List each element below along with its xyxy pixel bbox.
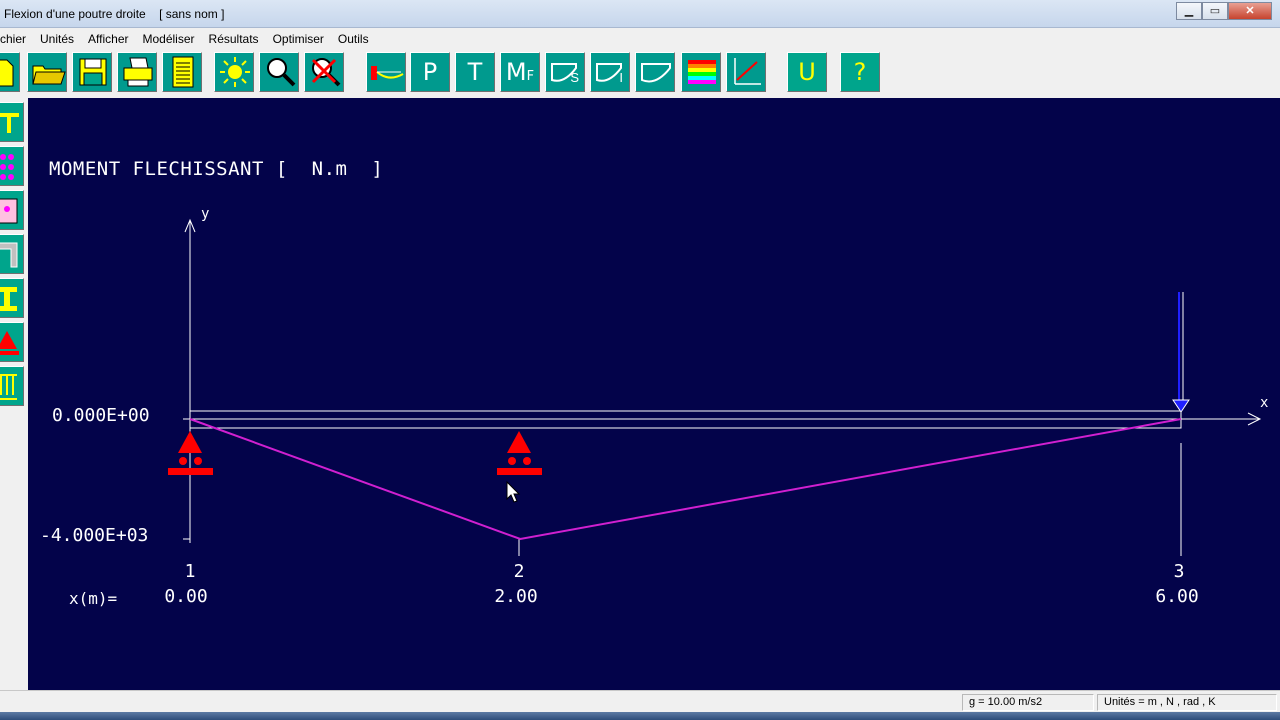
title-bar[interactable]: Flexion d'une poutre droite [ sans nom ]… [0, 0, 1280, 28]
letter-u-icon: U [798, 58, 816, 86]
section-s-button[interactable]: S [545, 52, 585, 92]
support-node-1 [168, 431, 213, 475]
new-file-button[interactable] [0, 52, 20, 92]
window-controls: ▁ ▭ ✕ [1176, 2, 1272, 20]
units-u-button[interactable]: U [787, 52, 827, 92]
loads-button[interactable] [0, 366, 24, 406]
nodes-grid-icon [0, 154, 14, 180]
profile-icon [0, 242, 18, 268]
help-button[interactable]: ? [840, 52, 880, 92]
material-icon [0, 198, 18, 224]
deformed-beam-icon [371, 66, 404, 80]
supports-button[interactable] [0, 322, 24, 362]
point-load-arrow [1172, 292, 1190, 413]
support-node-2 [497, 431, 542, 475]
magnifier-icon [267, 58, 296, 87]
moment-mf-icon: MF [506, 60, 534, 84]
menu-outils[interactable]: Outils [331, 32, 376, 46]
menu-unites[interactable]: Unités [33, 32, 81, 46]
node-number-3: 3 [1173, 561, 1185, 582]
section-i-icon [596, 63, 622, 82]
status-units: Unités = m , N , rad , K [1097, 694, 1277, 711]
left-toolbar [0, 98, 28, 690]
window-title-text: Flexion d'une poutre droite [4, 7, 146, 21]
status-gravity: g = 10.00 m/s2 [962, 694, 1094, 711]
minimize-button[interactable]: ▁ [1176, 2, 1202, 20]
report-button[interactable] [162, 52, 202, 92]
i-beam-button[interactable] [0, 278, 24, 318]
axes-graph-icon [734, 58, 761, 85]
save-button[interactable] [72, 52, 112, 92]
open-folder-icon [32, 65, 66, 85]
menu-optimiser[interactable]: Optimiser [266, 32, 331, 46]
menu-bar: chier Unités Afficher Modéliser Résultat… [0, 29, 1280, 49]
close-button[interactable]: ✕ [1228, 2, 1272, 20]
y-tick-label-zero: 0.000E+00 [52, 405, 150, 426]
shear-t-button[interactable]: T [455, 52, 495, 92]
help-question-icon: ? [853, 58, 867, 86]
y-axis-letter: y [201, 206, 210, 222]
section-i-subscript: I [619, 70, 623, 85]
beam-geometry-button[interactable] [0, 102, 24, 142]
nodes-button[interactable] [0, 146, 24, 186]
menu-modeliser[interactable]: Modéliser [136, 32, 202, 46]
mouse-cursor-icon [506, 480, 521, 503]
drawing-canvas[interactable]: MOMENT FLECHISSANT [ N.m ] y x 0.000E+00… [28, 98, 1280, 690]
node-x-value-2: 2.00 [494, 586, 538, 607]
document-name: [ sans nom ] [159, 7, 225, 21]
document-icon [172, 56, 194, 88]
section-profile-button[interactable] [0, 234, 24, 274]
zoom-button[interactable] [259, 52, 299, 92]
mf-letter: M [505, 58, 527, 86]
color-stripes-icon [688, 60, 716, 84]
axes-button[interactable] [726, 52, 766, 92]
mf-subscript: F [526, 69, 535, 84]
window-title: Flexion d'une poutre droite [ sans nom ] [4, 7, 224, 21]
open-file-button[interactable] [27, 52, 67, 92]
moment-curve [189, 418, 1182, 541]
os-taskbar [0, 712, 1280, 720]
main-toolbar: P T MF S I U ? [0, 50, 1280, 96]
application-window: Flexion d'une poutre droite [ sans nom ]… [0, 0, 1280, 720]
section-button[interactable] [635, 52, 675, 92]
sun-icon [220, 57, 250, 87]
node-number-1: 1 [184, 561, 196, 582]
color-scale-button[interactable] [681, 52, 721, 92]
x-axis-letter: x [1260, 395, 1269, 411]
y-tick-label-min: -4.000E+03 [40, 525, 149, 546]
floppy-disk-icon [79, 58, 107, 86]
status-bar: g = 10.00 m/s2 Unités = m , N , rad , K [0, 690, 1280, 712]
letter-t-icon: T [467, 58, 483, 86]
display-options-button[interactable] [214, 52, 254, 92]
plot-title: MOMENT FLECHISSANT [ N.m ] [49, 158, 384, 180]
deformation-button[interactable] [366, 52, 406, 92]
print-button[interactable] [117, 52, 157, 92]
x-position-caption: x(m)= [69, 589, 118, 608]
section-s-subscript: S [570, 70, 579, 85]
section-shape-icon [641, 63, 671, 83]
node-number-2: 2 [513, 561, 525, 582]
new-file-icon [0, 59, 14, 87]
material-button[interactable] [0, 190, 24, 230]
bending-moment-button[interactable]: MF [500, 52, 540, 92]
node-x-value-1: 0.00 [164, 586, 208, 607]
distributed-load-icon [0, 374, 17, 400]
menu-fichier[interactable]: chier [0, 32, 33, 46]
node-x-value-3: 6.00 [1155, 586, 1199, 607]
maximize-button[interactable]: ▭ [1202, 2, 1228, 20]
support-icon [0, 331, 19, 355]
beam-geometry-icon [0, 113, 19, 133]
magnifier-cross-icon [311, 58, 341, 87]
menu-resultats[interactable]: Résultats [202, 32, 266, 46]
i-beam-icon [0, 287, 17, 311]
letter-p-icon: P [422, 58, 438, 86]
section-i-button[interactable]: I [590, 52, 630, 92]
load-p-button[interactable]: P [410, 52, 450, 92]
printer-icon [123, 57, 153, 87]
menu-afficher[interactable]: Afficher [81, 32, 135, 46]
zoom-reset-button[interactable] [304, 52, 344, 92]
